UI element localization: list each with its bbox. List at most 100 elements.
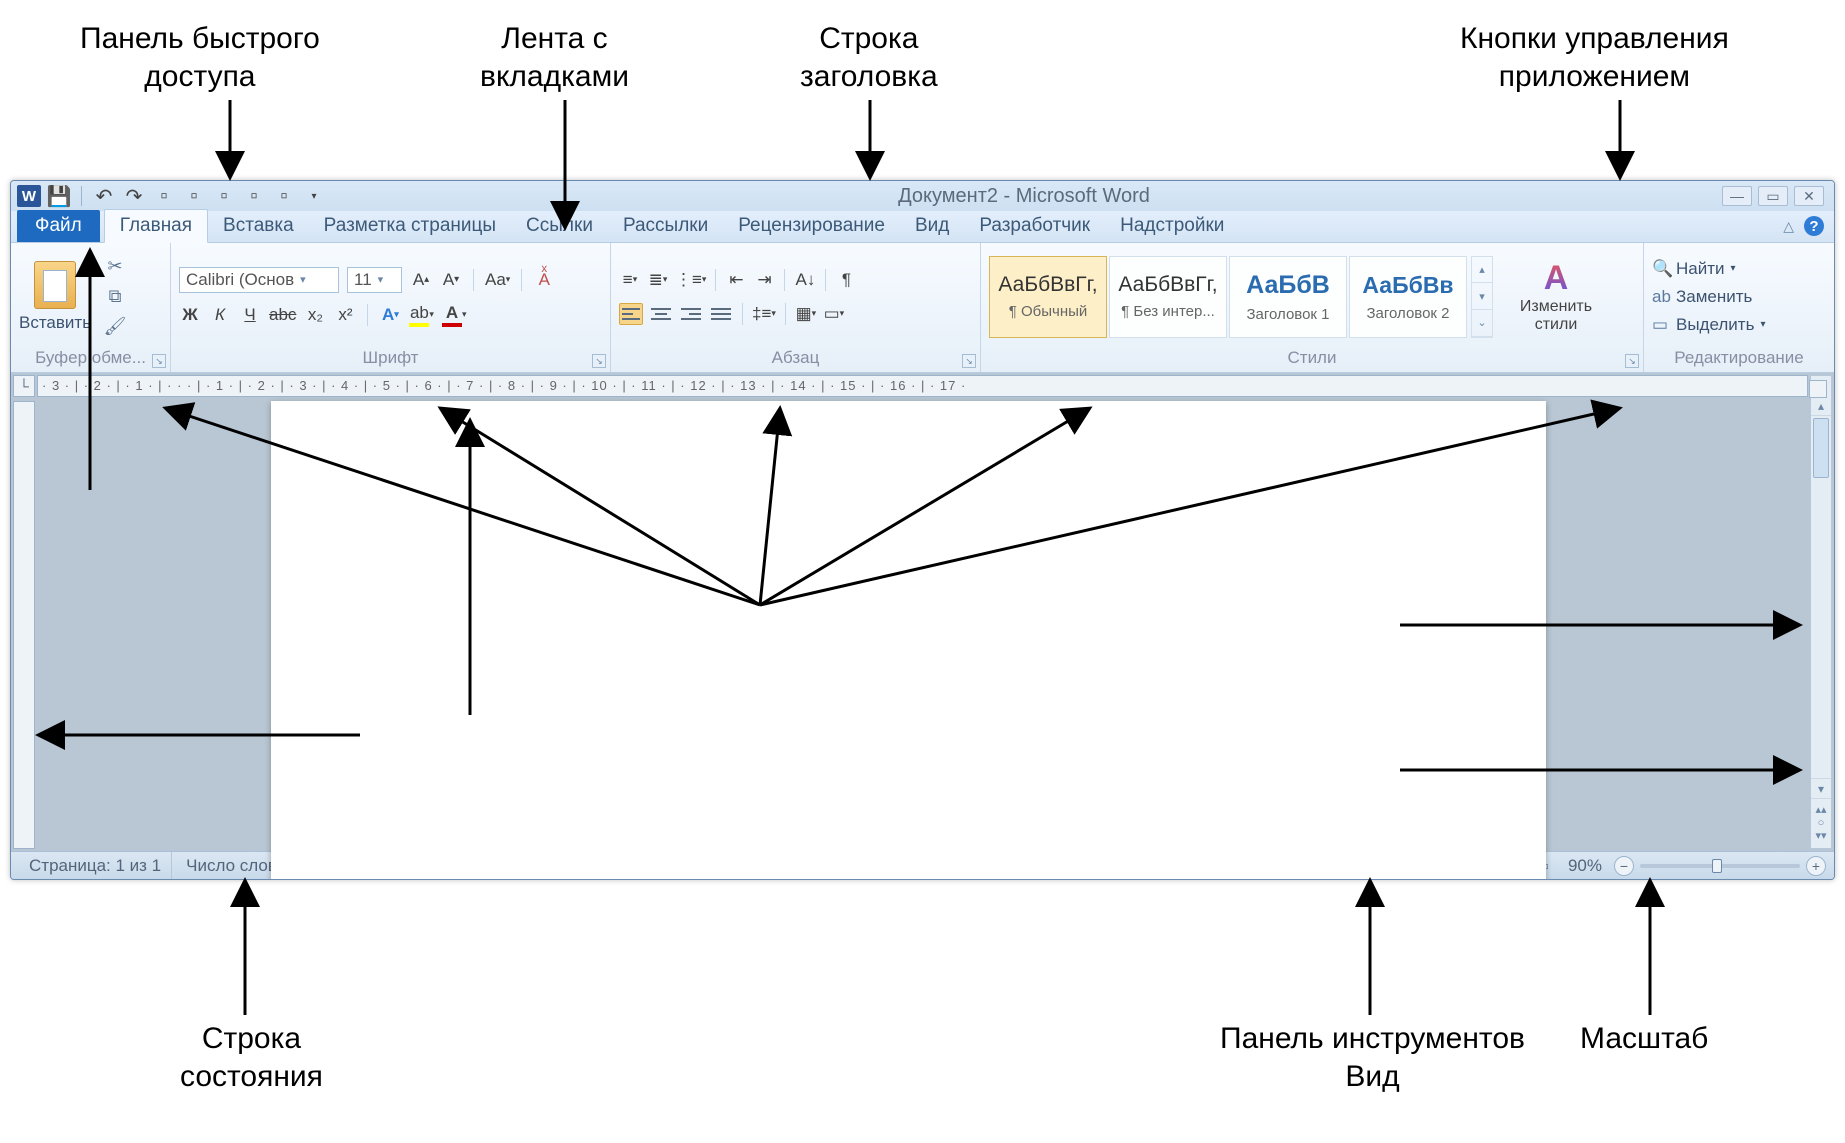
align-center-button[interactable] [649, 303, 673, 325]
callout-statusbar: Строка состояния [180, 1020, 323, 1095]
increase-indent-icon[interactable]: ⇥ [753, 268, 775, 292]
font-name-combo[interactable]: Calibri (Основ▾ [179, 267, 339, 293]
tab-insert[interactable]: Вставка [208, 210, 309, 242]
styles-expand-icon[interactable]: ⌄ [1472, 310, 1492, 337]
minimize-button[interactable]: — [1722, 186, 1752, 206]
previous-object-icon[interactable]: ▴▴ [1815, 805, 1826, 816]
align-left-button[interactable] [619, 303, 643, 325]
zoom-handle[interactable] [1712, 859, 1722, 873]
next-object-icon[interactable]: ▾▾ [1815, 831, 1826, 842]
grow-font-icon[interactable]: A▴ [410, 268, 432, 292]
clear-formatting-icon[interactable]: Aͯ [533, 268, 555, 292]
show-marks-icon[interactable]: ¶ [835, 268, 857, 292]
copy-icon[interactable]: ⧉ [105, 287, 125, 307]
underline-button[interactable]: Ч [239, 303, 261, 327]
ruler-toggle-icon[interactable] [1809, 380, 1827, 398]
styles-row-down-icon[interactable]: ▾ [1472, 283, 1492, 310]
replace-button[interactable]: abЗаменить [1652, 287, 1765, 307]
maximize-button[interactable]: ▭ [1758, 186, 1788, 206]
shrink-font-icon[interactable]: A▾ [440, 268, 462, 292]
cut-icon[interactable]: ✂ [105, 257, 125, 277]
status-page[interactable]: Страница: 1 из 1 [19, 852, 172, 879]
close-button[interactable]: ✕ [1794, 186, 1824, 206]
qat-btn-1[interactable]: ▫ [152, 185, 176, 207]
multilevel-list-icon[interactable]: ⋮≡▾ [675, 268, 706, 292]
styles-dialog-launcher[interactable]: ↘ [1625, 354, 1639, 368]
group-clipboard-label: Буфер обме... ↘ [19, 346, 162, 370]
word-app-icon[interactable]: W [17, 185, 41, 207]
change-case-icon[interactable]: Aa▾ [485, 268, 510, 292]
tab-mailings[interactable]: Рассылки [608, 210, 723, 242]
italic-button[interactable]: К [209, 303, 231, 327]
change-styles-button[interactable]: A Изменить стили [1511, 259, 1601, 334]
qat-btn-3[interactable]: ▫ [212, 185, 236, 207]
shading-icon[interactable]: ▦▾ [795, 302, 817, 326]
numbering-icon[interactable]: ≣▾ [647, 268, 669, 292]
collapse-ribbon-icon[interactable]: △ [1783, 218, 1794, 235]
qat-redo-icon[interactable]: ↷ [122, 185, 146, 207]
zoom-out-button[interactable]: − [1614, 856, 1634, 876]
qat-customize-icon[interactable]: ▾ [302, 185, 326, 207]
qat-save-icon[interactable]: 💾 [47, 185, 71, 207]
qat-btn-2[interactable]: ▫ [182, 185, 206, 207]
line-spacing-icon[interactable]: ‡≡▾ [752, 302, 776, 326]
zoom-in-button[interactable]: + [1806, 856, 1826, 876]
callout-view-toolbar: Панель инструментов Вид [1220, 1020, 1525, 1095]
style-heading-2[interactable]: АаБбВв Заголовок 2 [1349, 256, 1467, 338]
callout-ribbon-tabs: Лента с вкладками [480, 20, 629, 95]
font-dialog-launcher[interactable]: ↘ [592, 354, 606, 368]
font-size-combo[interactable]: 11▾ [347, 267, 402, 293]
scroll-down-icon[interactable]: ▾ [1811, 778, 1831, 798]
vertical-ruler[interactable] [13, 401, 35, 849]
clipboard-dialog-launcher[interactable]: ↘ [152, 354, 166, 368]
borders-icon[interactable]: ▭▾ [823, 302, 845, 326]
tab-addins[interactable]: Надстройки [1105, 210, 1239, 242]
tab-file[interactable]: Файл [17, 210, 100, 242]
tab-references[interactable]: Ссылки [511, 210, 608, 242]
sort-icon[interactable]: A↓ [794, 268, 816, 292]
subscript-button[interactable]: x₂ [304, 303, 326, 327]
browse-object-nav: ▴▴ ○ ▾▾ [1811, 798, 1831, 848]
select-button[interactable]: ▭Выделить ▾ [1652, 315, 1765, 335]
select-browse-object-icon[interactable]: ○ [1818, 818, 1825, 829]
style-heading-1[interactable]: АаБбВ Заголовок 1 [1229, 256, 1347, 338]
bullets-icon[interactable]: ≡▾ [619, 268, 641, 292]
tab-developer[interactable]: Разработчик [964, 210, 1105, 242]
qat-btn-5[interactable]: ▫ [272, 185, 296, 207]
word-window: W 💾 ↶ ↷ ▫ ▫ ▫ ▫ ▫ ▾ Документ2 - Microsof… [10, 180, 1835, 880]
help-icon[interactable]: ? [1804, 216, 1824, 236]
style-normal[interactable]: АаБбВвГг, ¶ Обычный [989, 256, 1107, 338]
horizontal-ruler[interactable]: · 3 · | · 2 · | · 1 · | · · · | · 1 · | … [37, 375, 1808, 397]
superscript-button[interactable]: x² [334, 303, 356, 327]
find-button[interactable]: 🔍Найти ▾ [1652, 259, 1765, 279]
qat-undo-icon[interactable]: ↶ [92, 185, 116, 207]
scroll-up-icon[interactable]: ▴ [1811, 396, 1831, 416]
format-painter-icon[interactable]: 🖌 [105, 317, 125, 337]
scroll-track[interactable] [1811, 416, 1831, 778]
scroll-thumb[interactable] [1813, 418, 1829, 478]
strikethrough-button[interactable]: abc [269, 303, 296, 327]
font-color-icon[interactable]: A▾ [442, 303, 467, 327]
tab-home[interactable]: Главная [104, 209, 208, 243]
window-title: Документ2 - Microsoft Word [326, 185, 1722, 208]
tab-review[interactable]: Рецензирование [723, 210, 900, 242]
paste-button[interactable]: Вставить [19, 261, 91, 333]
paragraph-dialog-launcher[interactable]: ↘ [962, 354, 976, 368]
tab-stop-selector[interactable]: └ [13, 375, 35, 397]
bold-button[interactable]: Ж [179, 303, 201, 327]
highlight-color-icon[interactable]: ab▾ [409, 303, 434, 327]
group-paragraph: ≡▾ ≣▾ ⋮≡▾ ⇤ ⇥ A↓ ¶ [611, 243, 981, 372]
styles-row-up-icon[interactable]: ▴ [1472, 257, 1492, 284]
document-page[interactable] [271, 401, 1546, 880]
align-justify-button[interactable] [709, 303, 733, 325]
text-effects-icon[interactable]: A▾ [379, 303, 401, 327]
decrease-indent-icon[interactable]: ⇤ [725, 268, 747, 292]
style-no-spacing[interactable]: АаБбВвГг, ¶ Без интер... [1109, 256, 1227, 338]
qat-btn-4[interactable]: ▫ [242, 185, 266, 207]
zoom-track[interactable] [1640, 864, 1800, 868]
tab-view[interactable]: Вид [900, 210, 964, 242]
group-paragraph-label: Абзац ↘ [619, 346, 972, 370]
align-right-button[interactable] [679, 303, 703, 325]
tab-page-layout[interactable]: Разметка страницы [309, 210, 511, 242]
zoom-level[interactable]: 90% [1560, 856, 1610, 876]
